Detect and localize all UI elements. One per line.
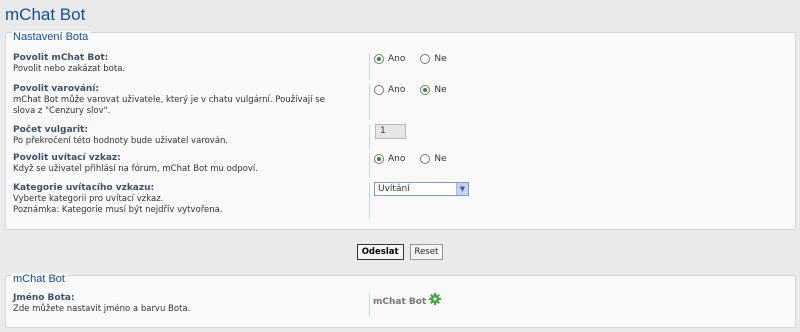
page-title: mChat Bot	[5, 5, 86, 24]
setting-swear-count: Počet vulgarit: Po překročení této hodno…	[13, 124, 791, 150]
setting-label: Jméno Bota:	[13, 293, 75, 303]
setting-explain: Vyberte kategorii pro uvítací vzkaz.	[13, 194, 164, 204]
setting-explain: slova z "Cenzury slov".	[13, 106, 111, 116]
radio-yes[interactable]	[374, 54, 384, 64]
radio-yes-label[interactable]: Ano	[388, 54, 405, 64]
chevron-down-icon[interactable]: ▼	[456, 183, 468, 195]
submit-button[interactable]: Odeslat	[356, 244, 404, 260]
setting-explain: Po překročení této hodnoty bude uživatel…	[13, 136, 229, 146]
setting-label: Povolit uvítací vzkaz:	[13, 153, 121, 163]
setting-label: Povolit mChat Bot:	[13, 53, 109, 63]
swear-count-input[interactable]: 1	[375, 124, 406, 139]
setting-label: Počet vulgarit:	[13, 125, 88, 135]
row-divider	[369, 84, 370, 120]
radio-yes-label[interactable]: Ano	[388, 154, 405, 164]
radio-yes[interactable]	[374, 154, 384, 164]
radio-yes[interactable]	[374, 85, 384, 95]
setting-enable-bot: Povolit mChat Bot: Povolit nebo zakázat …	[13, 53, 791, 79]
setting-label: Kategorie uvítacího vzkazu:	[13, 183, 155, 193]
enable-bot-radio-group: Ano Ne	[374, 54, 462, 64]
select-value: Uvítání	[378, 184, 410, 194]
radio-yes-label[interactable]: Ano	[388, 85, 405, 95]
enable-warning-radio-group: Ano Ne	[374, 85, 462, 95]
radio-no-label[interactable]: Ne	[434, 85, 446, 95]
bot-name-fieldset: mChat Bot Jméno Bota: Zde můžete nastavi…	[5, 273, 796, 328]
bot-legend: mChat Bot	[12, 273, 67, 286]
enable-welcome-radio-group: Ano Ne	[374, 154, 462, 164]
setting-explain: Povolit nebo zakázat bota.	[13, 64, 126, 74]
row-divider	[369, 293, 370, 317]
bot-name-display[interactable]: mChat Bot	[373, 293, 442, 308]
setting-welcome-category: Kategorie uvítacího vzkazu: Vyberte kate…	[13, 182, 791, 219]
form-buttons: Odeslat Reset	[0, 244, 800, 260]
radio-no[interactable]	[420, 54, 431, 64]
row-divider	[369, 153, 370, 178]
row-divider	[369, 183, 370, 219]
radio-no-label[interactable]: Ne	[434, 154, 446, 164]
setting-label: Povolit varování:	[13, 84, 100, 94]
reset-button[interactable]: Reset	[409, 244, 444, 260]
setting-bot-name: Jméno Bota: Zde můžete nastavit jméno a …	[13, 293, 791, 317]
row-divider	[369, 53, 370, 79]
setting-explain: Když se uživatel přihlásí na fórum, mCha…	[13, 164, 258, 174]
setting-enable-warning: Povolit varování: mChat Bot může varovat…	[13, 84, 791, 120]
setting-explain: Poznámka: Kategorie musí být nejdřív vyt…	[13, 205, 223, 215]
radio-no[interactable]	[420, 85, 431, 95]
settings-legend: Nastavení Bota	[12, 31, 91, 44]
setting-explain: Zde můžete nastavit jméno a barvu Bota.	[13, 304, 191, 314]
radio-no-label[interactable]: Ne	[434, 54, 446, 64]
welcome-category-select[interactable]: Uvítání ▼	[374, 182, 469, 196]
gear-icon[interactable]	[429, 293, 442, 305]
bot-name-value: mChat Bot	[373, 297, 427, 307]
setting-explain: mChat Bot může varovat uživatele, který …	[13, 95, 325, 105]
setting-enable-welcome: Povolit uvítací vzkaz: Když se uživatel …	[13, 153, 791, 178]
row-divider	[369, 125, 370, 150]
bot-settings-fieldset: Nastavení Bota Povolit mChat Bot: Povoli…	[5, 31, 796, 230]
radio-no[interactable]	[420, 154, 431, 164]
